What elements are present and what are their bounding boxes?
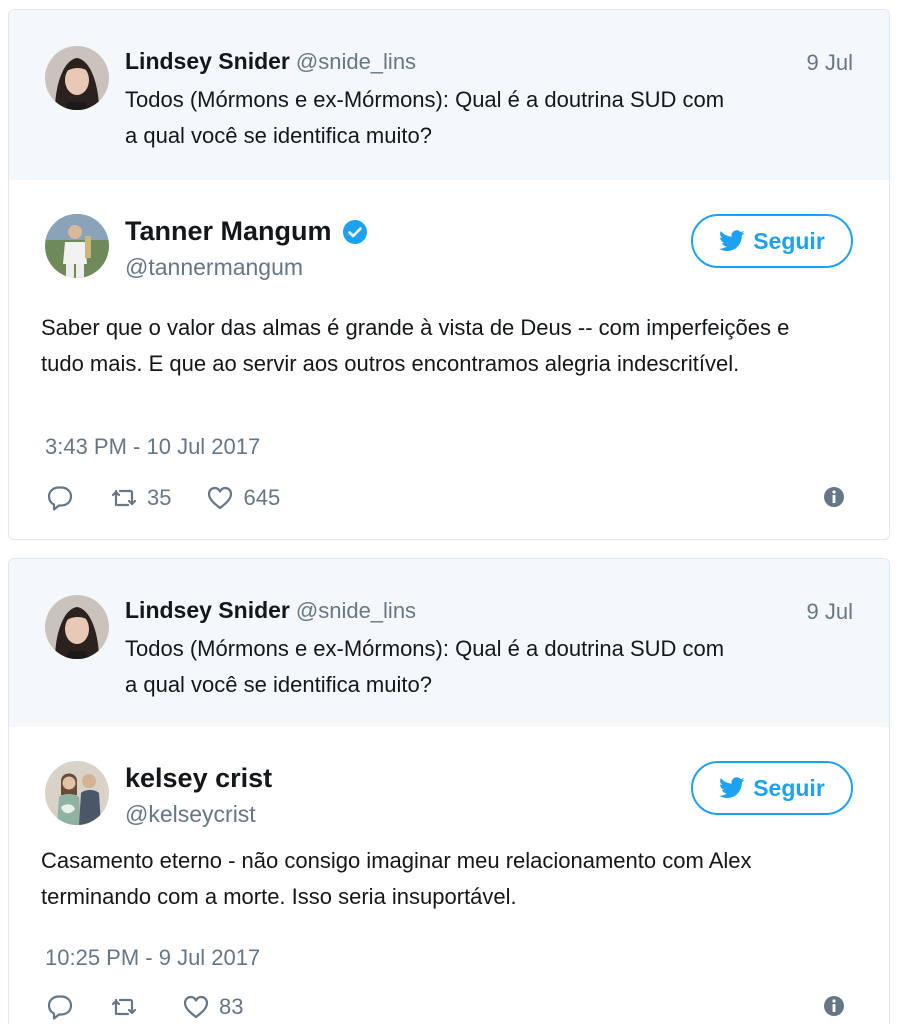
parent-text: Todos (Mórmons e ex-Mórmons): Qual é a d… [125,631,805,703]
retweet-icon [111,998,137,1016]
follow-button-label: Seguir [753,227,825,254]
info-icon[interactable] [823,995,845,1017]
author-name[interactable]: Tanner Mangum [125,216,368,247]
tweet-timestamp[interactable]: 3:43 PM - 10 Jul 2017 [45,434,260,460]
like-icon [208,486,233,510]
like-count: 83 [219,994,244,1019]
retweet-count: 35 [147,485,172,510]
tweet-text-line: Saber que o valor das almas é grande à v… [41,315,790,340]
parent-tweet[interactable]: Lindsey Snider @snide_lins 9 Jul Todos (M… [9,10,889,180]
author-handle[interactable]: @kelseycrist [125,801,256,828]
twitter-bird-icon [719,777,745,798]
parent-author-handle[interactable]: @snide_lins [296,598,416,623]
parent-text-line: a qual você se identifica muito? [125,672,432,697]
parent-author-name[interactable]: Lindsey Snider @snide_lins [125,597,416,624]
avatar[interactable] [45,46,109,110]
tweet-text-line: terminando com a morte. Isso seria insup… [41,884,517,909]
parent-author-name-text[interactable]: Lindsey Snider [125,48,290,74]
verified-badge-icon [342,219,368,245]
info-icon[interactable] [823,486,845,508]
tweet-actions: 35 645 [45,480,853,516]
retweet-button[interactable] [109,992,147,1022]
retweet-button[interactable]: 35 [109,483,171,513]
parent-text-line: Todos (Mórmons e ex-Mórmons): Qual é a d… [125,87,725,112]
tweet-text: Casamento eterno - não consigo imaginar … [41,843,871,915]
tweet-text-line: tudo mais. E que ao servir aos outros en… [41,351,740,376]
author-name[interactable]: kelsey crist [125,763,272,794]
reply-button[interactable] [45,483,75,513]
tweet-text-line: Casamento eterno - não consigo imaginar … [41,848,752,873]
parent-author-name-text[interactable]: Lindsey Snider [125,597,290,623]
follow-button[interactable]: Seguir [691,214,853,268]
parent-date[interactable]: 9 Jul [807,599,853,625]
avatar[interactable] [45,214,109,278]
reply-button[interactable] [45,992,75,1022]
avatar[interactable] [45,595,109,659]
like-icon [183,995,209,1019]
parent-date[interactable]: 9 Jul [807,50,853,76]
follow-button[interactable]: Seguir [691,761,853,815]
parent-text-line: Todos (Mórmons e ex-Mórmons): Qual é a d… [125,636,725,661]
like-button[interactable]: 645 [205,483,280,513]
follow-button-label: Seguir [753,774,825,801]
author-name-text[interactable]: kelsey crist [125,763,272,794]
embedded-tweet-card: Lindsey Snider @snide_lins 9 Jul Todos (M… [8,9,890,540]
parent-author-name[interactable]: Lindsey Snider @snide_lins [125,48,416,75]
parent-text-line: a qual você se identifica muito? [125,123,432,148]
embedded-tweet-card: Lindsey Snider @snide_lins 9 Jul Todos (M… [8,558,890,1024]
parent-author-handle[interactable]: @snide_lins [296,49,416,74]
like-button[interactable]: 83 [181,992,243,1022]
parent-text: Todos (Mórmons e ex-Mórmons): Qual é a d… [125,82,805,154]
author-handle[interactable]: @tannermangum [125,254,303,281]
tweet-timestamp[interactable]: 10:25 PM - 9 Jul 2017 [45,945,260,971]
tweet-text: Saber que o valor das almas é grande à v… [41,310,871,382]
twitter-bird-icon [719,230,745,251]
tweet-actions: 83 [45,989,853,1024]
retweet-icon [111,489,137,507]
avatar[interactable] [45,761,109,825]
like-count: 645 [243,485,281,510]
author-name-text[interactable]: Tanner Mangum [125,216,332,247]
parent-tweet[interactable]: Lindsey Snider @snide_lins 9 Jul Todos (M… [9,559,889,727]
reply-icon [47,486,73,511]
reply-icon [47,995,73,1020]
